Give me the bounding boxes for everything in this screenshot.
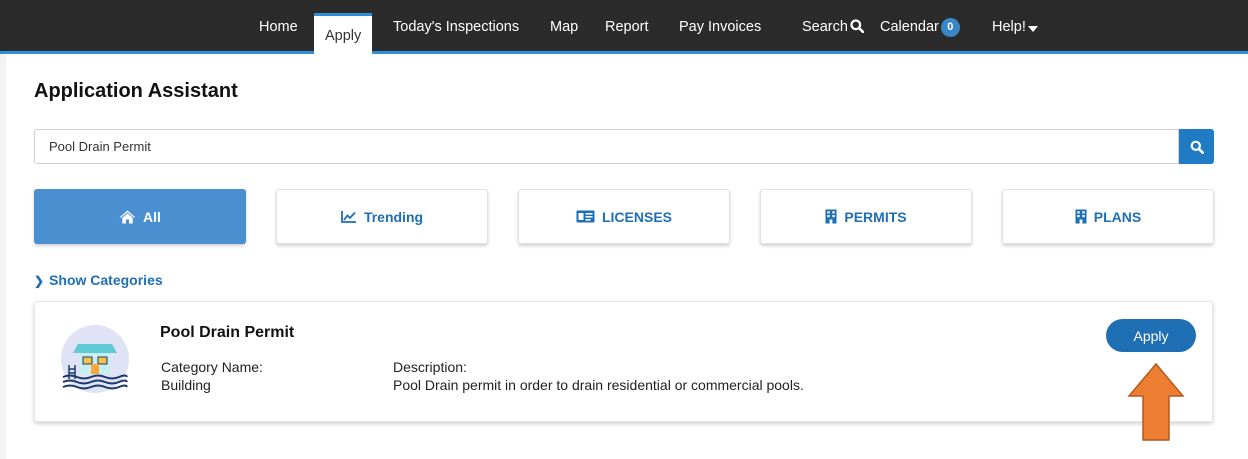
filter-licenses-button[interactable]: LICENSES xyxy=(518,189,730,244)
building-icon xyxy=(825,209,837,224)
result-card: Pool Drain Permit Category Name: Buildin… xyxy=(34,301,1213,422)
nav-map[interactable]: Map xyxy=(550,14,578,40)
search-button[interactable] xyxy=(1179,129,1214,164)
left-edge-border xyxy=(0,54,6,459)
filter-all-label: All xyxy=(143,208,161,225)
building-icon xyxy=(1075,209,1087,224)
pool-house-icon xyxy=(61,325,129,393)
nav-todays-inspections[interactable]: Today's Inspections xyxy=(393,14,519,40)
category-name-label: Category Name: xyxy=(161,359,263,375)
nav-apply[interactable]: Apply xyxy=(314,13,373,54)
filter-all-button[interactable]: All xyxy=(34,189,246,244)
description-value: Pool Drain permit in order to drain resi… xyxy=(393,377,804,393)
nav-help[interactable]: Help! xyxy=(992,14,1038,40)
id-card-icon xyxy=(576,210,595,223)
filter-plans-button[interactable]: PLANS xyxy=(1002,189,1214,244)
category-name-value: Building xyxy=(161,377,211,393)
filter-trending-label: Trending xyxy=(363,208,424,225)
filter-trending-button[interactable]: Trending xyxy=(276,189,488,244)
search-icon xyxy=(850,19,865,34)
calendar-count-badge: 0 xyxy=(940,18,960,37)
nav-pay-invoices[interactable]: Pay Invoices xyxy=(679,14,761,40)
caret-down-icon xyxy=(1027,26,1038,32)
nav-help-label: Help! xyxy=(992,19,1026,35)
show-categories-link[interactable]: ❯ Show Categories xyxy=(34,272,163,288)
search-icon xyxy=(1190,140,1204,154)
chevron-right-icon: ❯ xyxy=(34,274,45,288)
nav-calendar-label: Calendar xyxy=(880,19,939,35)
nav-home[interactable]: Home xyxy=(259,14,298,40)
show-categories-label: Show Categories xyxy=(49,272,163,288)
description-label: Description: xyxy=(393,359,467,375)
filter-permits-button[interactable]: PERMITS xyxy=(760,189,972,244)
nav-search-label: Search xyxy=(802,19,848,35)
filter-licenses-label: LICENSES xyxy=(601,208,672,225)
top-navigation-bar: Home Apply Today's Inspections Map Repor… xyxy=(0,0,1248,54)
result-title: Pool Drain Permit xyxy=(160,324,295,341)
home-icon xyxy=(119,210,136,223)
nav-calendar[interactable]: Calendar 0 xyxy=(880,14,960,40)
filter-permits-label: PERMITS xyxy=(844,208,907,225)
filter-plans-label: PLANS xyxy=(1093,208,1142,225)
nav-report[interactable]: Report xyxy=(605,14,649,40)
up-arrow-icon xyxy=(1127,362,1185,441)
page-title: Application Assistant xyxy=(34,80,238,102)
trending-chart-icon xyxy=(341,211,356,223)
search-input[interactable] xyxy=(34,129,1179,164)
apply-button[interactable]: Apply xyxy=(1106,319,1196,352)
nav-search[interactable]: Search xyxy=(802,14,865,40)
